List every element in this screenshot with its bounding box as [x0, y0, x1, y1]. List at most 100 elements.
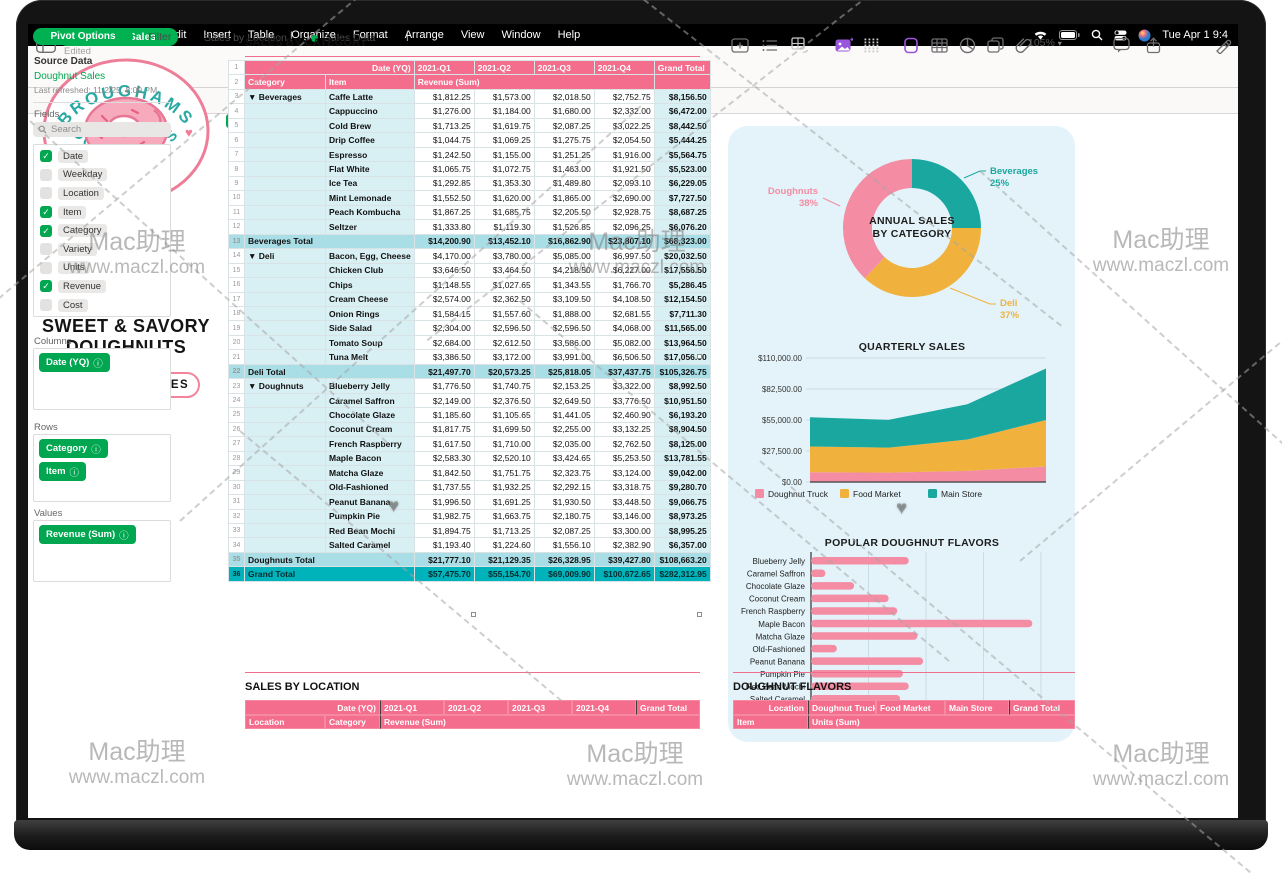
header-grand-total[interactable]: Grand Total [654, 61, 710, 75]
bottom-header-cell[interactable]: Units (Sum) [808, 715, 1075, 730]
grand-total-value[interactable]: $69,009.90 [534, 567, 594, 581]
bar-french-raspberry[interactable] [811, 607, 897, 615]
subtotal-value[interactable]: $20,573.25 [474, 364, 534, 378]
table-row[interactable]: 2CategoryItemRevenue (Sum) [229, 75, 711, 89]
value-cell[interactable]: $4,108.50 [594, 292, 654, 306]
row-number[interactable]: 3 [229, 89, 245, 103]
value-cell[interactable]: $3,448.50 [594, 495, 654, 509]
sales-by-location-table[interactable]: Date (YQ)2021-Q12021-Q22021-Q32021-Q4Gra… [245, 700, 700, 729]
value-cell[interactable]: $1,888.00 [534, 306, 594, 320]
row-number[interactable]: 4 [229, 104, 245, 118]
value-cell[interactable]: $4,068.00 [594, 321, 654, 335]
value-cell[interactable]: $1,685.75 [474, 205, 534, 219]
value-cell[interactable]: $1,894.75 [414, 524, 474, 538]
value-cell[interactable]: $1,996.50 [414, 495, 474, 509]
value-cell[interactable]: $3,124.00 [594, 466, 654, 480]
value-cell[interactable]: $1,193.40 [414, 538, 474, 552]
item-cell[interactable]: Matcha Glaze [326, 466, 415, 480]
donut-chart[interactable]: ANNUAL SALESBY CATEGORYBeverages25%Dough… [768, 159, 1038, 321]
value-cell[interactable]: $1,251.25 [534, 147, 594, 161]
value-cell[interactable]: $2,362.50 [474, 292, 534, 306]
table-row[interactable]: 15Chicken Club$3,646.50$3,464.50$4,218.5… [229, 263, 711, 277]
subtotal-value[interactable]: $25,818.05 [534, 364, 594, 378]
value-cell[interactable]: $2,382.90 [594, 538, 654, 552]
row-total-cell[interactable]: $10,951.50 [654, 393, 710, 407]
fields-search-input[interactable]: Search [33, 122, 171, 137]
item-cell[interactable]: Espresso [326, 147, 415, 161]
bottom-header-row[interactable]: ItemUnits (Sum) [733, 715, 1075, 730]
value-cell[interactable]: $3,146.00 [594, 509, 654, 523]
row-total-cell[interactable]: $5,523.00 [654, 162, 710, 176]
value-cell[interactable]: $3,464.50 [474, 263, 534, 277]
value-cell[interactable]: $1,441.05 [534, 408, 594, 422]
value-cell[interactable]: $2,096.25 [594, 220, 654, 234]
value-cell[interactable]: $1,065.75 [414, 162, 474, 176]
table-row[interactable]: 10Mint Lemonade$1,552.50$1,620.00$1,865.… [229, 191, 711, 205]
value-cell[interactable]: $3,424.65 [534, 451, 594, 465]
table-row[interactable]: 11Peach Kombucha$1,867.25$1,685.75$2,205… [229, 205, 711, 219]
row-total-cell[interactable]: $6,229.05 [654, 176, 710, 190]
item-cell[interactable]: Chicken Club [326, 263, 415, 277]
value-cell[interactable]: $1,751.75 [474, 466, 534, 480]
value-cell[interactable]: $3,172.00 [474, 350, 534, 364]
comment-icon[interactable] [1110, 33, 1134, 57]
checkbox-unchecked-icon[interactable] [40, 187, 52, 199]
table-row[interactable]: 6Drip Coffee$1,044.75$1,069.25$1,275.75$… [229, 133, 711, 147]
row-total-cell[interactable]: $8,125.00 [654, 437, 710, 451]
value-cell[interactable]: $3,776.50 [594, 393, 654, 407]
value-cell[interactable]: $1,817.75 [414, 422, 474, 436]
item-cell[interactable]: Bacon, Egg, Cheese [326, 249, 415, 263]
value-cell[interactable]: $1,740.75 [474, 379, 534, 393]
zoom-control[interactable]: 105% ▾ [1028, 37, 1062, 49]
row-total-cell[interactable]: $9,066.75 [654, 495, 710, 509]
row-number[interactable]: 7 [229, 147, 245, 161]
row-number[interactable]: 17 [229, 292, 245, 306]
value-cell[interactable]: $2,690.00 [594, 191, 654, 205]
table-row[interactable]: 3▼ BeveragesCaffe Latte$1,812.25$1,573.0… [229, 89, 711, 103]
field-chip[interactable]: Date [58, 150, 88, 163]
category-cell[interactable] [245, 524, 326, 538]
row-number[interactable]: 29 [229, 466, 245, 480]
value-cell[interactable]: $1,766.70 [594, 278, 654, 292]
item-cell[interactable]: Chips [326, 278, 415, 292]
value-cell[interactable]: $5,082.00 [594, 335, 654, 349]
value-cell[interactable]: $1,526.85 [534, 220, 594, 234]
row-number[interactable]: 11 [229, 205, 245, 219]
field-row-location[interactable]: Location [34, 184, 170, 203]
row-number[interactable]: 30 [229, 480, 245, 494]
checkbox-unchecked-icon[interactable] [40, 243, 52, 255]
row-number[interactable]: 36 [229, 567, 245, 581]
area-chart[interactable]: QUARTERLY SALES$0.00$27,500.00$55,000.00… [755, 341, 1046, 499]
category-cell[interactable] [245, 538, 326, 552]
item-cell[interactable]: Cappuccino [326, 104, 415, 118]
value-cell[interactable]: $2,149.00 [414, 393, 474, 407]
category-cell[interactable] [245, 350, 326, 364]
table-row[interactable]: 35Doughnuts Total$21,777.10$21,129.35$26… [229, 552, 711, 566]
value-cell[interactable]: $1,069.25 [474, 133, 534, 147]
item-cell[interactable]: Coconut Cream [326, 422, 415, 436]
table-icon[interactable] [928, 33, 952, 57]
category-cell[interactable]: ▼ Deli [245, 249, 326, 263]
value-cell[interactable]: $3,132.25 [594, 422, 654, 436]
value-cell[interactable]: $1,573.00 [474, 89, 534, 103]
subtotal-value[interactable]: $16,862.90 [534, 234, 594, 248]
flavors-table-title[interactable]: DOUGHNUT FLAVORS [733, 681, 851, 693]
row-total-cell[interactable]: $6,357.00 [654, 538, 710, 552]
value-cell[interactable]: $2,762.50 [594, 437, 654, 451]
value-cell[interactable]: $3,586.00 [534, 335, 594, 349]
bottom-header-cell[interactable]: Category [325, 715, 380, 730]
item-cell[interactable]: Tuna Melt [326, 350, 415, 364]
table-row[interactable]: 24Caramel Saffron$2,149.00$2,376.50$2,64… [229, 393, 711, 407]
grand-total-label[interactable]: Grand Total [245, 567, 415, 581]
field-chip[interactable]: Item [58, 206, 86, 219]
value-cell[interactable]: $1,333.80 [414, 220, 474, 234]
value-cell[interactable]: $3,109.50 [534, 292, 594, 306]
share-icon[interactable] [1142, 33, 1166, 57]
bar-coconut-cream[interactable] [811, 595, 889, 603]
value-cell[interactable]: $1,932.25 [474, 480, 534, 494]
item-cell[interactable]: Old-Fashioned [326, 480, 415, 494]
row-total-cell[interactable]: $9,042.00 [654, 466, 710, 480]
value-cell[interactable]: $1,916.00 [594, 147, 654, 161]
row-number[interactable]: 2 [229, 75, 245, 89]
value-cell[interactable]: $2,153.25 [534, 379, 594, 393]
